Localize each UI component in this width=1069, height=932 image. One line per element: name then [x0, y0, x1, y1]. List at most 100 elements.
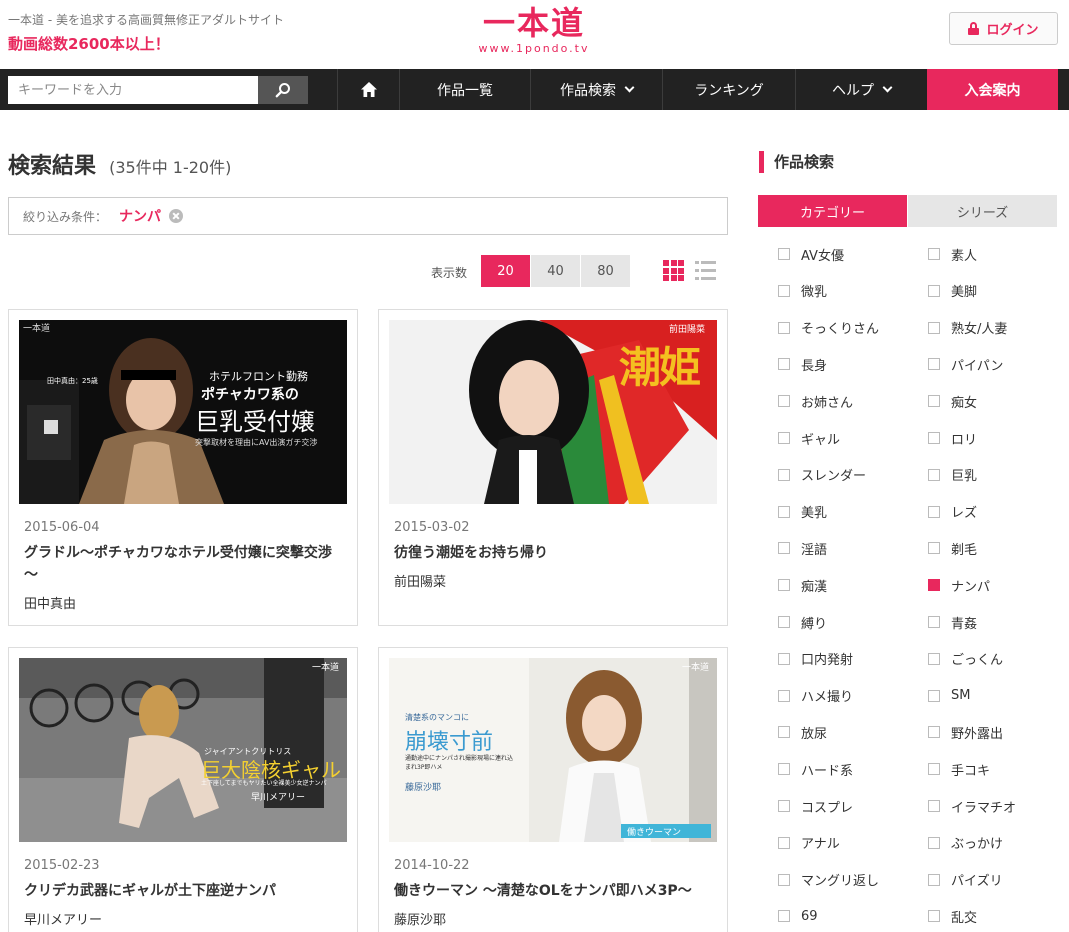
category-checkbox-item[interactable]: 放尿: [778, 721, 827, 743]
movie-thumbnail[interactable]: 一本道 田中真由：25歳 ホテルフロント勤務 ポチャカワ系の 巨乳受付嬢 突撃取…: [19, 320, 347, 504]
category-checkbox-item[interactable]: イラマチオ: [928, 795, 1016, 817]
category-checkbox-item[interactable]: 剃毛: [928, 537, 977, 559]
category-checkbox-item[interactable]: そっくりさん: [778, 317, 879, 339]
checkbox[interactable]: [778, 689, 790, 702]
nav-ranking[interactable]: ランキング: [662, 69, 795, 110]
category-checkbox-item[interactable]: ギャル: [778, 427, 840, 449]
actress-name[interactable]: 藤原沙耶: [394, 909, 446, 928]
nav-join[interactable]: 入会案内: [927, 69, 1058, 110]
checkbox[interactable]: [928, 468, 940, 481]
checkbox[interactable]: [928, 248, 940, 260]
category-checkbox-item[interactable]: マングリ返し: [778, 869, 879, 891]
movie-title[interactable]: 彷徨う潮姫をお持ち帰り: [394, 542, 714, 564]
checkbox[interactable]: [928, 432, 940, 444]
actress-name[interactable]: 田中真由: [24, 593, 76, 612]
category-checkbox-item[interactable]: 熟女/人妻: [928, 317, 1007, 339]
category-checkbox-item[interactable]: ハード系: [778, 758, 853, 780]
category-checkbox-item[interactable]: パイズリ: [928, 869, 1003, 891]
checkbox[interactable]: [928, 726, 940, 739]
search-input[interactable]: [8, 76, 258, 104]
category-checkbox-item[interactable]: パイパン: [928, 353, 1003, 375]
category-checkbox-item[interactable]: 乱交: [928, 905, 977, 927]
category-checkbox-item[interactable]: 口内発射: [778, 648, 853, 670]
category-checkbox-item[interactable]: ごっくん: [928, 648, 1003, 670]
nav-help[interactable]: ヘルプ: [795, 69, 927, 110]
checkbox[interactable]: [778, 284, 790, 297]
category-checkbox-item[interactable]: 青姦: [928, 611, 977, 633]
category-checkbox-item[interactable]: アナル: [778, 832, 840, 854]
category-checkbox-item[interactable]: 微乳: [778, 280, 827, 302]
actress-name[interactable]: 早川メアリー: [24, 909, 102, 928]
checkbox[interactable]: [778, 800, 790, 812]
category-checkbox-item[interactable]: SM: [928, 685, 970, 707]
category-checkbox-item[interactable]: 痴漢: [778, 574, 827, 596]
checkbox[interactable]: [778, 432, 790, 444]
checkbox[interactable]: [928, 689, 940, 702]
checkbox[interactable]: [928, 763, 940, 776]
category-checkbox-item[interactable]: ナンパ: [928, 574, 990, 596]
checkbox[interactable]: [928, 616, 940, 628]
close-icon[interactable]: [169, 209, 184, 223]
movie-thumbnail[interactable]: 一本道 ジャイアントクリトリス 巨大陰核ギャル 土下座してまでもヤリたい全裸美少…: [19, 658, 347, 842]
movie-title[interactable]: クリデカ武器にギャルが土下座逆ナンパ: [24, 880, 344, 902]
movie-title[interactable]: 働きウーマン ～清楚なOLをナンパ即ハメ3P～: [394, 880, 714, 902]
movie-thumbnail[interactable]: 前田陽菜 潮姫: [389, 320, 717, 504]
checkbox[interactable]: [928, 358, 940, 371]
checkbox[interactable]: [778, 321, 790, 334]
checkbox[interactable]: [778, 726, 790, 739]
category-checkbox-item[interactable]: ハメ撮り: [778, 685, 853, 707]
checkbox[interactable]: [928, 505, 940, 518]
category-checkbox-item[interactable]: 美乳: [778, 501, 827, 523]
nav-home[interactable]: [337, 69, 399, 110]
checkbox[interactable]: [928, 579, 940, 592]
category-checkbox-item[interactable]: コスプレ: [778, 795, 853, 817]
category-checkbox-item[interactable]: 痴女: [928, 390, 977, 412]
category-checkbox-item[interactable]: 長身: [778, 353, 827, 375]
category-checkbox-item[interactable]: お姉さん: [778, 390, 853, 412]
checkbox[interactable]: [778, 579, 790, 592]
login-button[interactable]: ログイン: [949, 12, 1058, 45]
category-checkbox-item[interactable]: 野外露出: [928, 721, 1003, 743]
movie-thumbnail[interactable]: 一本道 清楚系のマンコに 崩壊寸前 通勤途中にナンパされ撮影現場に連れ込まれ3P…: [389, 658, 717, 842]
category-checkbox-item[interactable]: レズ: [928, 501, 977, 523]
checkbox[interactable]: [928, 873, 940, 886]
checkbox[interactable]: [928, 910, 940, 923]
category-checkbox-item[interactable]: 縛り: [778, 611, 827, 633]
category-checkbox-item[interactable]: ロリ: [928, 427, 977, 449]
checkbox[interactable]: [778, 248, 790, 260]
tab-series[interactable]: シリーズ: [908, 195, 1057, 227]
checkbox[interactable]: [778, 358, 790, 371]
checkbox[interactable]: [928, 321, 940, 334]
movie-title[interactable]: グラドル～ポチャカワなホテル受付嬢に突撃交渉～: [24, 542, 344, 586]
category-checkbox-item[interactable]: 美脚: [928, 280, 977, 302]
per-page-20[interactable]: 20: [481, 255, 531, 287]
search-button[interactable]: [258, 76, 308, 104]
tab-category[interactable]: カテゴリー: [758, 195, 907, 227]
site-logo[interactable]: 一本道 www.1pondo.tv: [464, 4, 604, 56]
checkbox[interactable]: [928, 284, 940, 297]
per-page-80[interactable]: 80: [581, 255, 631, 287]
category-checkbox-item[interactable]: スレンダー: [778, 464, 866, 486]
checkbox[interactable]: [928, 836, 940, 849]
category-checkbox-item[interactable]: 巨乳: [928, 464, 977, 486]
movie-card[interactable]: 一本道 田中真由：25歳 ホテルフロント勤務 ポチャカワ系の 巨乳受付嬢 突撃取…: [8, 309, 358, 626]
movie-card[interactable]: 一本道 清楚系のマンコに 崩壊寸前 通勤途中にナンパされ撮影現場に連れ込まれ3P…: [378, 647, 728, 932]
movie-card[interactable]: 一本道 ジャイアントクリトリス 巨大陰核ギャル 土下座してまでもヤリたい全裸美少…: [8, 647, 358, 932]
checkbox[interactable]: [778, 763, 790, 776]
list-view-icon[interactable]: [695, 260, 716, 281]
checkbox[interactable]: [778, 836, 790, 849]
checkbox[interactable]: [778, 616, 790, 628]
checkbox[interactable]: [928, 800, 940, 812]
movie-card[interactable]: 前田陽菜 潮姫 2015-03-02 彷徨う潮姫をお持ち帰り 前田陽菜: [378, 309, 728, 626]
category-checkbox-item[interactable]: AV女優: [778, 243, 844, 265]
grid-view-icon[interactable]: [663, 260, 684, 281]
checkbox[interactable]: [778, 542, 790, 555]
nav-works-search[interactable]: 作品検索: [530, 69, 662, 110]
checkbox[interactable]: [778, 652, 790, 665]
per-page-40[interactable]: 40: [531, 255, 581, 287]
checkbox[interactable]: [778, 910, 790, 923]
category-checkbox-item[interactable]: 69: [778, 905, 818, 927]
category-checkbox-item[interactable]: 淫語: [778, 537, 827, 559]
checkbox[interactable]: [778, 395, 790, 408]
checkbox[interactable]: [778, 873, 790, 886]
